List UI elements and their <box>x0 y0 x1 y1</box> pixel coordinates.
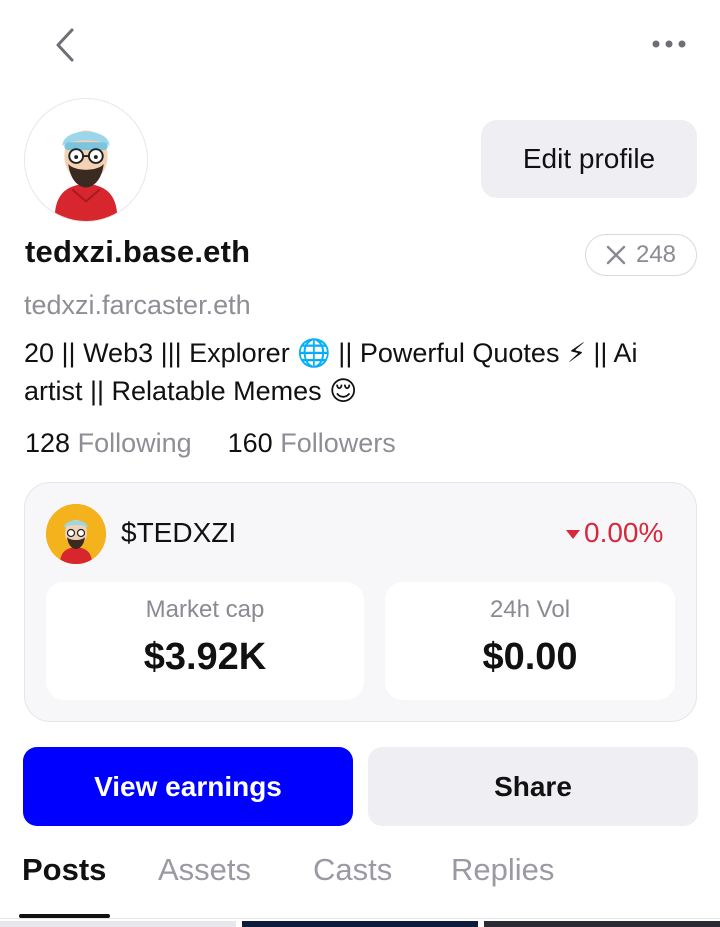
volume-label: 24h Vol <box>489 596 571 623</box>
volume-box: 24h Vol $0.00 <box>385 582 675 700</box>
post-thumbnail[interactable] <box>242 921 478 927</box>
token-icon <box>46 504 106 564</box>
token-change-value: 0.00% <box>584 517 664 548</box>
followers-count: 160 <box>227 428 273 458</box>
back-button[interactable] <box>40 20 90 70</box>
tab-casts[interactable]: Casts <box>313 852 392 888</box>
username: tedxzi.farcaster.eth <box>24 290 251 320</box>
x-logo-icon <box>606 245 626 265</box>
follow-counts: 128 Following 160 Followers <box>25 428 396 459</box>
avatar-image <box>25 99 147 221</box>
down-triangle-icon <box>566 529 580 539</box>
display-name: tedxzi.base.eth <box>25 234 251 269</box>
following-label: Following <box>77 428 192 458</box>
post-thumbnail[interactable] <box>0 921 236 927</box>
followers-link[interactable]: 160 Followers <box>228 428 396 459</box>
token-avatar-image <box>46 504 106 564</box>
chevron-left-icon <box>56 28 74 62</box>
token-symbol: $TEDXZI <box>121 517 237 548</box>
market-cap-label: Market cap <box>145 596 265 623</box>
more-horizontal-icon <box>652 40 686 48</box>
followers-label: Followers <box>280 428 396 458</box>
tab-replies[interactable]: Replies <box>451 852 554 888</box>
bio: 20 || Web3 ||| Explorer 🌐 || Powerful Qu… <box>24 338 638 406</box>
following-link[interactable]: 128 Following <box>25 428 192 459</box>
market-cap-box: Market cap $3.92K <box>46 582 364 700</box>
more-options-button[interactable] <box>640 24 698 64</box>
avatar[interactable] <box>24 98 148 222</box>
x-score-count: 248 <box>635 241 677 268</box>
edit-profile-button[interactable]: Edit profile <box>481 120 697 198</box>
share-button[interactable]: Share <box>368 747 698 826</box>
token-change: 0.00% <box>566 517 663 549</box>
post-thumbnail[interactable] <box>484 921 720 927</box>
tab-assets[interactable]: Assets <box>158 852 251 888</box>
following-count: 128 <box>25 428 71 458</box>
market-cap-value: $3.92K <box>143 636 267 678</box>
tab-posts[interactable]: Posts <box>22 852 106 888</box>
tab-divider <box>0 918 720 919</box>
volume-value: $0.00 <box>482 636 578 678</box>
view-earnings-button[interactable]: View earnings <box>23 747 353 826</box>
x-score-badge[interactable]: 248 <box>585 234 697 276</box>
